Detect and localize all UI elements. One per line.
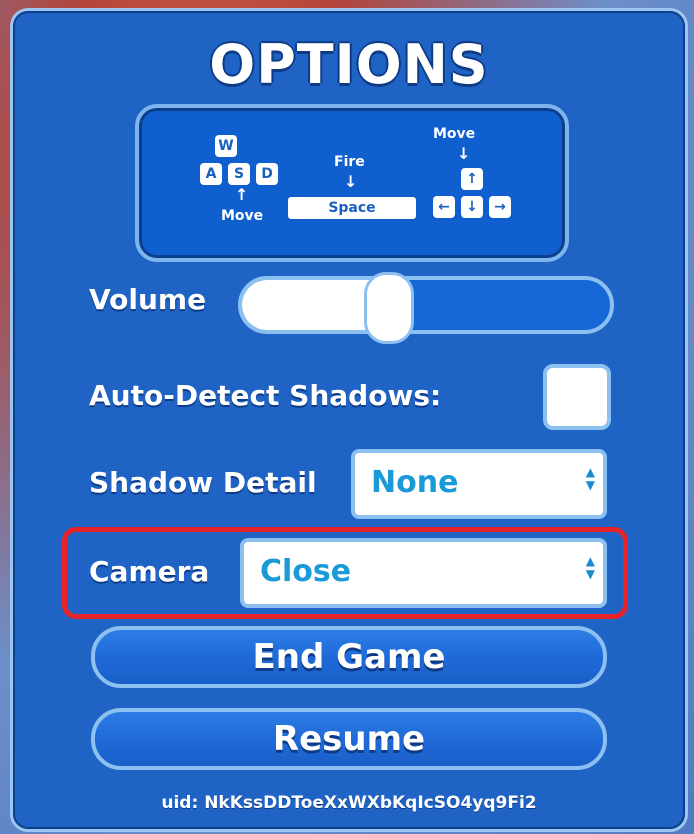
controls-diagram: W A S D ↑ Move Fire ↓ Space Move ↓ ↑ ← ↓… [135, 104, 569, 262]
volume-slider[interactable] [238, 272, 614, 344]
auto-detect-shadows-checkbox[interactable] [543, 364, 611, 430]
key-s: S [228, 163, 250, 185]
resume-button[interactable]: Resume [91, 708, 607, 770]
shadow-detail-select[interactable]: None ▲ ▼ [351, 449, 607, 519]
key-arrow-up: ↑ [461, 168, 483, 190]
wasd-move-label: Move [221, 208, 264, 224]
select-arrows-icon: ▲ ▼ [585, 465, 595, 492]
arrows-move-label: Move [433, 126, 476, 142]
key-arrow-right: → [489, 196, 511, 218]
camera-select[interactable]: Close ▲ ▼ [240, 538, 607, 608]
select-arrows-icon: ▲ ▼ [585, 554, 595, 581]
volume-slider-thumb[interactable] [364, 272, 414, 344]
arrow-down-icon: ↓ [457, 144, 471, 163]
key-w: W [215, 135, 237, 157]
key-d: D [256, 163, 278, 185]
uid-text: uid: NkKssDDToeXxWXbKqIcSO4yq9Fi2 [161, 793, 537, 813]
volume-label: Volume [89, 283, 207, 316]
arrow-up-icon: ↑ [235, 185, 249, 204]
key-arrow-down: ↓ [461, 196, 483, 218]
key-arrow-left: ← [433, 196, 455, 218]
page-title: OPTIONS [209, 33, 489, 96]
shadow-detail-label: Shadow Detail [89, 466, 317, 499]
auto-detect-shadows-label: Auto-Detect Shadows: [89, 379, 442, 412]
key-space: Space [288, 197, 416, 219]
camera-label: Camera [89, 555, 210, 588]
options-panel: OPTIONS W A S D ↑ Move Fire ↓ Space Move… [10, 8, 688, 832]
end-game-button[interactable]: End Game [91, 626, 607, 688]
fire-label: Fire [334, 154, 365, 170]
key-a: A [200, 163, 222, 185]
arrow-down-icon: ↓ [344, 172, 358, 191]
shadow-detail-value: None [371, 465, 459, 500]
camera-value: Close [260, 554, 352, 589]
